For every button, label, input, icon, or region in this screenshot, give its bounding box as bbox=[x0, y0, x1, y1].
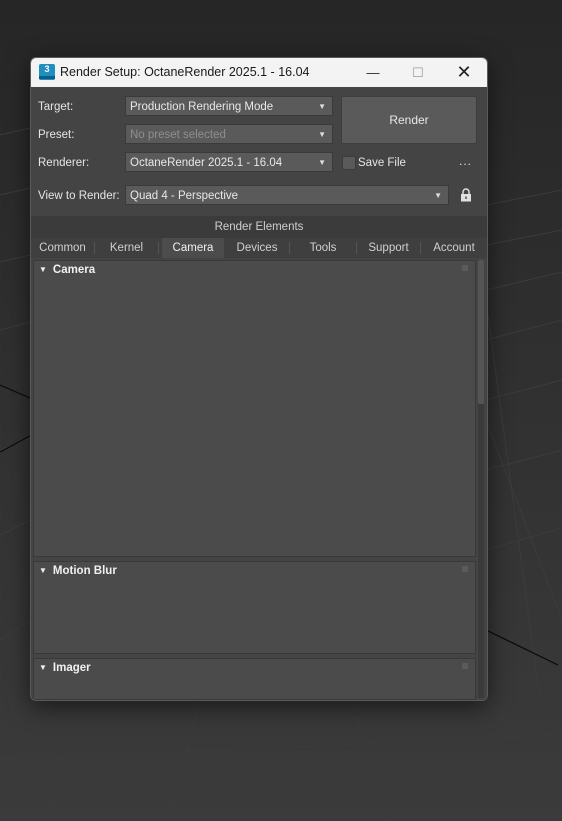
render-setup-dialog: 3 Render Setup: OctaneRender 2025.1 - 16… bbox=[30, 57, 488, 701]
maximize-button[interactable]: ☐ bbox=[395, 58, 441, 87]
chevron-down-icon: ▼ bbox=[318, 158, 326, 167]
preset-value: No preset selected bbox=[130, 129, 226, 141]
view-to-render-label: View to Render: bbox=[38, 190, 120, 202]
rollout-title: Imager bbox=[52, 662, 91, 674]
window-title: Render Setup: OctaneRender 2025.1 - 16.0… bbox=[60, 65, 310, 79]
drag-grip-icon[interactable] bbox=[462, 566, 468, 572]
tab-bar: Common Kernel Camera Devices Tools Suppo… bbox=[31, 238, 487, 258]
collapse-triangle-icon: ▼ bbox=[39, 566, 47, 575]
lock-icon[interactable] bbox=[460, 188, 472, 202]
collapse-triangle-icon: ▼ bbox=[39, 663, 47, 672]
save-file-checkbox[interactable] bbox=[342, 156, 356, 170]
rollout-title: Motion Blur bbox=[52, 565, 117, 577]
tab-common[interactable]: Common bbox=[31, 238, 94, 258]
more-options-button[interactable]: ... bbox=[459, 154, 472, 168]
close-button[interactable]: ✕ bbox=[441, 58, 487, 87]
3dsmax-app-icon: 3 bbox=[39, 64, 55, 80]
drag-grip-icon[interactable] bbox=[462, 265, 468, 271]
renderer-dropdown[interactable]: OctaneRender 2025.1 - 16.04 ▼ bbox=[125, 152, 333, 172]
rollout-header-camera[interactable]: ▼ Camera bbox=[39, 264, 95, 276]
tab-support[interactable]: Support bbox=[357, 238, 420, 258]
chevron-down-icon: ▼ bbox=[318, 102, 326, 111]
vertical-scrollbar[interactable] bbox=[478, 260, 484, 698]
scrollbar-thumb[interactable] bbox=[478, 260, 484, 404]
minimize-button[interactable]: — bbox=[350, 58, 396, 87]
drag-grip-icon[interactable] bbox=[462, 663, 468, 669]
rollout-header-imager[interactable]: ▼ Imager bbox=[39, 662, 91, 674]
chevron-down-icon: ▼ bbox=[434, 191, 442, 200]
render-button[interactable]: Render bbox=[341, 96, 477, 144]
rollout-panel: ▼ Camera ▼ Motion Blur ▼ Imager bbox=[31, 258, 487, 700]
tab-camera[interactable]: Camera bbox=[162, 238, 224, 258]
rollout-camera: ▼ Camera bbox=[33, 260, 476, 557]
target-dropdown[interactable]: Production Rendering Mode ▼ bbox=[125, 96, 333, 116]
preset-dropdown[interactable]: No preset selected ▼ bbox=[125, 124, 333, 144]
tab-account[interactable]: Account bbox=[421, 238, 487, 258]
rollout-header-motion-blur[interactable]: ▼ Motion Blur bbox=[39, 565, 117, 577]
tab-tools[interactable]: Tools bbox=[290, 238, 356, 258]
rollout-imager: ▼ Imager bbox=[33, 658, 476, 700]
save-file-label: Save File bbox=[358, 157, 406, 169]
render-elements-bar[interactable]: Render Elements bbox=[31, 216, 487, 238]
tab-devices[interactable]: Devices bbox=[225, 238, 289, 258]
preset-label: Preset: bbox=[38, 129, 75, 141]
target-label: Target: bbox=[38, 101, 74, 113]
chevron-down-icon: ▼ bbox=[318, 130, 326, 139]
target-value: Production Rendering Mode bbox=[130, 101, 274, 113]
collapse-triangle-icon: ▼ bbox=[39, 265, 47, 274]
view-to-render-value: Quad 4 - Perspective bbox=[130, 190, 239, 202]
rollout-motion-blur: ▼ Motion Blur bbox=[33, 561, 476, 654]
title-bar[interactable]: 3 Render Setup: OctaneRender 2025.1 - 16… bbox=[31, 58, 487, 87]
view-to-render-dropdown[interactable]: Quad 4 - Perspective ▼ bbox=[125, 185, 449, 205]
renderer-value: OctaneRender 2025.1 - 16.04 bbox=[130, 157, 283, 169]
rollout-title: Camera bbox=[52, 264, 96, 276]
tab-kernel[interactable]: Kernel bbox=[95, 238, 158, 258]
renderer-label: Renderer: bbox=[38, 157, 90, 169]
